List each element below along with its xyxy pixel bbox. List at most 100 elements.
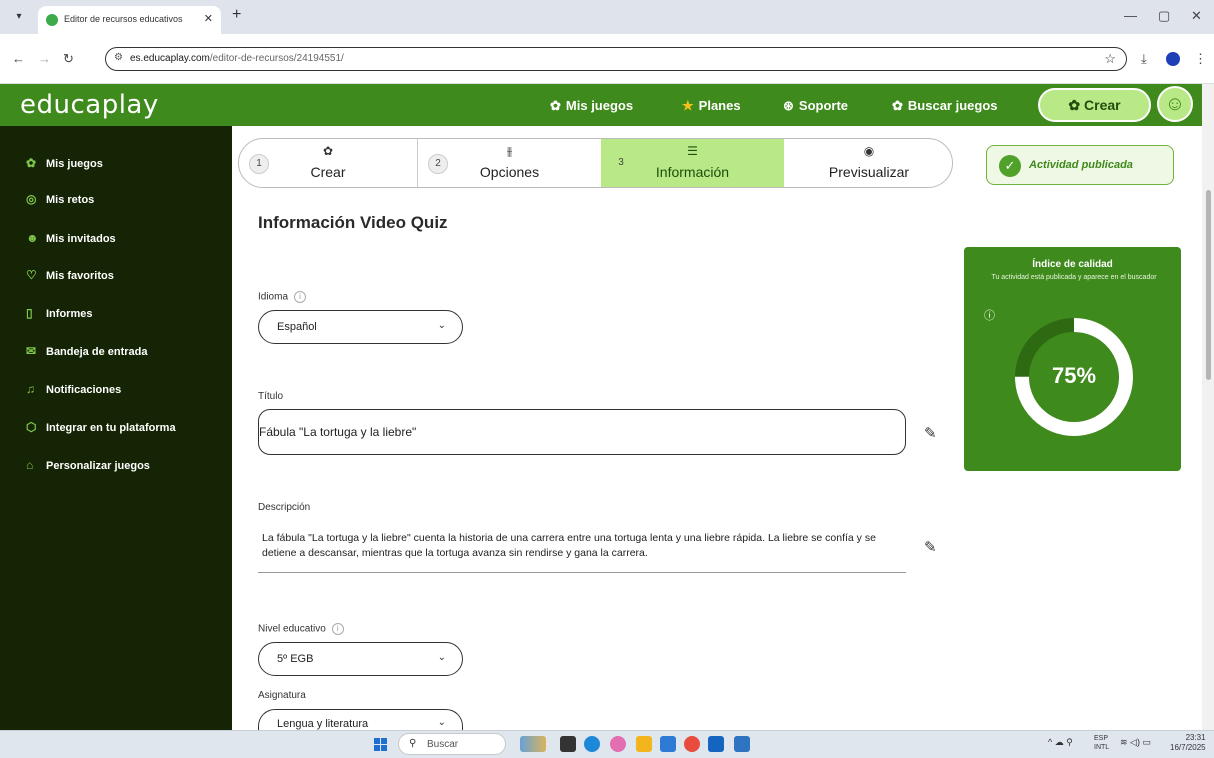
sidebar-item-bandeja[interactable]: ✉ Bandeja de entrada (26, 344, 147, 362)
scrollbar[interactable] (1202, 84, 1214, 730)
forward-icon[interactable]: → (38, 51, 51, 66)
nivel-select[interactable]: 5º EGB ⌄ (258, 642, 463, 676)
target-icon: ◎ (26, 192, 37, 206)
step-informacion[interactable]: 3 ☰ Información (601, 139, 784, 187)
nav-soporte[interactable]: ⊛ Soporte (783, 98, 848, 114)
restore-icon[interactable]: ▢ (1158, 8, 1170, 24)
minimize-icon[interactable]: — (1124, 8, 1137, 23)
close-tab-icon[interactable]: ✕ (204, 12, 213, 25)
edge-icon[interactable] (584, 736, 600, 752)
info-icon[interactable]: i (331, 623, 344, 635)
check-icon: ✓ (999, 155, 1021, 177)
lifebuoy-icon: ⊛ (783, 98, 794, 113)
search-puzzle-icon: ✿ (892, 98, 903, 113)
download-icon[interactable]: ⤓ (1141, 51, 1147, 67)
step-label: Opciones (479, 164, 540, 180)
url-path: /editor-de-recursos/24194551/ (209, 53, 344, 64)
site-settings-icon[interactable]: ⚙ (114, 52, 123, 63)
eye-icon: ◉ (863, 144, 875, 158)
file-explorer-icon[interactable] (636, 736, 652, 752)
asignatura-label: Asignatura (258, 690, 306, 701)
nav-buscar-juegos[interactable]: ✿ Buscar juegos (892, 98, 998, 114)
titulo-field[interactable]: Fábula "La tortuga y la liebre" (258, 409, 906, 455)
step-label: Información (655, 164, 730, 180)
sidebar-item-informes[interactable]: ▯ Informes (26, 306, 92, 324)
url-host: es.educaplay.com (130, 53, 210, 64)
step-label: Previsualizar (828, 164, 910, 180)
descripcion-label: Descripción (258, 502, 311, 513)
info-icon[interactable]: ⓘ (984, 307, 995, 323)
sidebar-item-mis-invitados[interactable]: ☻ Mis invitados (26, 231, 116, 249)
reload-icon[interactable]: ↻ (63, 51, 74, 67)
copilot-icon[interactable] (610, 736, 626, 752)
logo[interactable]: educaplay (20, 90, 159, 120)
widgets-icon[interactable] (520, 736, 546, 752)
store-icon[interactable] (660, 736, 676, 752)
chrome-icon[interactable] (684, 736, 700, 752)
new-tab-button[interactable]: + (232, 6, 241, 24)
step-opciones[interactable]: 2 ⫵ Opciones (418, 139, 601, 187)
puzzle-icon: ✿ (26, 156, 37, 170)
bookmark-star-icon[interactable]: ☆ (1104, 51, 1116, 67)
sidebar-item-integrar[interactable]: ⬡ Integrar en tu plataforma (26, 420, 176, 438)
taskbar-search[interactable]: ⚲ Buscar (398, 733, 506, 755)
page-title: Información Video Quiz (258, 213, 448, 232)
stepper: 1 ✿ Crear 2 ⫵ Opciones 3 ☰ Información ◉… (238, 138, 953, 188)
clipboard-icon: ▯ (26, 306, 33, 320)
avatar[interactable]: ☺ (1157, 86, 1193, 122)
cube-icon: ⬡ (26, 420, 37, 434)
language-indicator[interactable]: ESP INTL (1094, 734, 1109, 752)
heart-icon: ♡ (26, 268, 37, 282)
titulo-label: Título (258, 391, 284, 402)
chevron-down-icon: ⌄ (437, 320, 446, 331)
chevron-down-icon: ⌄ (437, 652, 446, 663)
edit-descripcion-pencil-icon[interactable]: ✎ (924, 538, 937, 556)
clock[interactable]: 23:31 16/7/2025 (1170, 733, 1206, 753)
back-icon[interactable]: ← (12, 51, 25, 66)
crear-button[interactable]: ✿ Crear (1038, 88, 1151, 122)
browser-profile-icon[interactable] (1166, 52, 1180, 66)
sidebar-item-notificaciones[interactable]: ♫ Notificaciones (26, 382, 121, 400)
puzzle-icon: ✿ (322, 144, 334, 158)
info-icon[interactable]: i (294, 291, 307, 303)
sidebar-item-mis-juegos[interactable]: ✿ Mis juegos (26, 156, 103, 174)
windows-start-icon[interactable] (374, 738, 388, 752)
star-icon: ★ (682, 98, 694, 113)
list-icon: ☰ (687, 144, 698, 158)
sidebar-item-mis-favoritos[interactable]: ♡ Mis favoritos (26, 268, 114, 286)
sidebar-item-personalizar[interactable]: ⌂ Personalizar juegos (26, 458, 150, 476)
tab-title: Editor de recursos educativos (64, 14, 183, 24)
bell-icon: ♫ (26, 382, 35, 396)
close-window-icon[interactable]: ✕ (1191, 8, 1202, 24)
sidebar: ✿ Mis juegos ◎ Mis retos ☻ Mis invitados ♡ M… (0, 126, 232, 730)
edit-titulo-pencil-icon[interactable]: ✎ (924, 424, 937, 442)
nivel-label: Nivel educativo i (258, 623, 344, 635)
favicon-icon (46, 14, 58, 26)
scrollbar-thumb[interactable] (1206, 190, 1211, 380)
photos-icon[interactable] (734, 736, 750, 752)
idioma-select[interactable]: Español ⌄ (258, 310, 463, 344)
browser-menu-icon[interactable]: ⋮ (1194, 51, 1207, 67)
descripcion-field[interactable]: La fábula "La tortuga y la liebre" cuent… (262, 531, 912, 561)
step-previsualizar[interactable]: ◉ Previsualizar (784, 139, 952, 187)
chevron-down-icon: ⌄ (437, 717, 446, 728)
browser-tab[interactable]: Editor de recursos educativos ✕ (38, 6, 221, 34)
asignatura-select[interactable]: Lengua y literatura ⌄ (258, 709, 463, 730)
sliders-icon: ⫵ (506, 144, 513, 158)
outlook-icon[interactable] (708, 736, 724, 752)
puzzle-icon: ✿ (550, 98, 561, 113)
search-icon: ⚲ (409, 738, 417, 749)
network-volume-battery-icons[interactable]: ≋ ◁) ▭ (1120, 737, 1151, 748)
nav-mis-juegos[interactable]: ✿ Mis juegos (550, 98, 633, 114)
url-bar[interactable]: ⚙ es.educaplay.com/editor-de-recursos/24… (105, 47, 1127, 71)
mail-icon: ✉ (26, 344, 37, 358)
task-view-icon[interactable] (560, 736, 576, 752)
tab-list-icon[interactable]: ▾ (10, 9, 28, 25)
quality-percent: 75% (1051, 363, 1097, 388)
sidebar-item-mis-retos[interactable]: ◎ Mis retos (26, 192, 94, 210)
tray-icons[interactable]: ^ ☁ ⚲ (1048, 737, 1073, 748)
step-crear[interactable]: 1 ✿ Crear (239, 139, 417, 187)
brush-icon: ⌂ (26, 458, 34, 472)
nav-planes[interactable]: ★ Planes (682, 98, 741, 114)
browser-tab-bar: ▾ Editor de recursos educativos ✕ + — ▢ … (0, 0, 1214, 34)
